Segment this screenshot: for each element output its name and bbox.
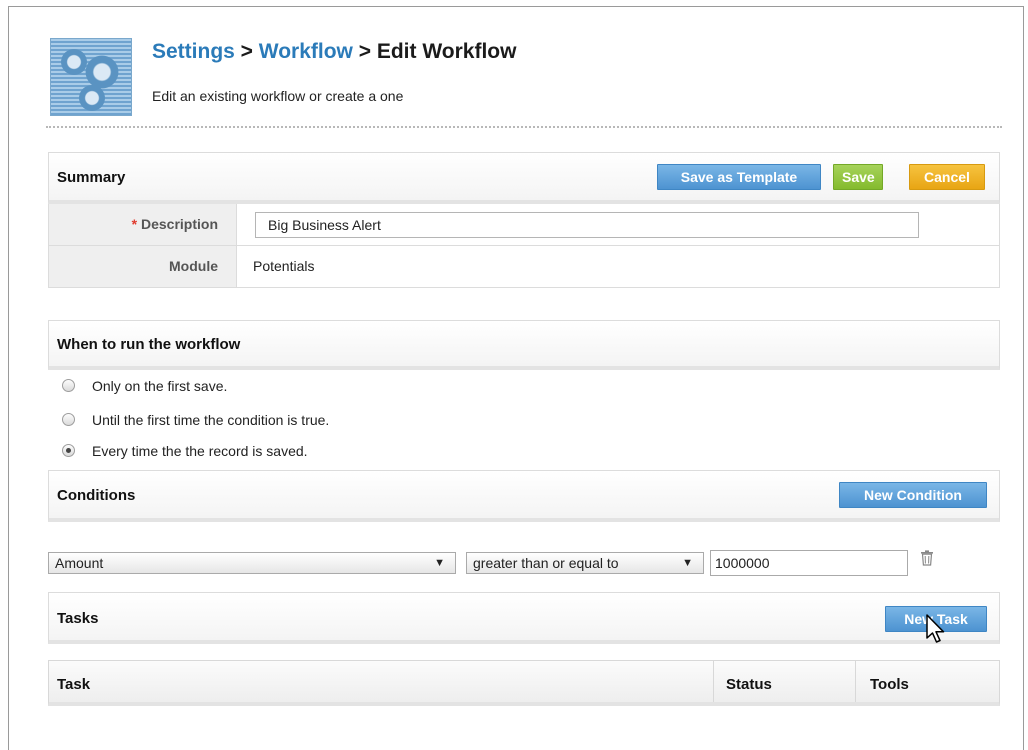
tasks-header: Tasks New Task (48, 592, 1000, 644)
new-condition-button[interactable]: New Condition (839, 482, 987, 508)
column-header-status[interactable]: Status (713, 661, 855, 702)
module-value: Potentials (253, 258, 315, 274)
page-title: Edit Workflow (376, 40, 517, 63)
column-header-task[interactable]: Task (49, 661, 713, 702)
radio-button[interactable] (62, 379, 75, 392)
condition-value-input[interactable]: 1000000 (710, 550, 908, 576)
column-header-tools[interactable]: Tools (855, 661, 999, 702)
gears-grid-icon (50, 38, 132, 116)
summary-header: Summary Save as Template Save Cancel (48, 152, 1000, 204)
conditions-panel: Conditions New Condition (48, 470, 1000, 522)
conditions-title: Conditions (57, 487, 136, 504)
divider (46, 126, 1002, 128)
tasks-title: Tasks (57, 610, 99, 627)
run-header: When to run the workflow (48, 320, 1000, 370)
condition-operator-value: greater than or equal to (473, 555, 619, 571)
breadcrumb-separator: > (234, 40, 259, 63)
radio-label: Until the first time the condition is tr… (92, 412, 330, 428)
breadcrumb-workflow-link[interactable]: Workflow (259, 40, 353, 63)
summary-title: Summary (57, 169, 126, 186)
dropdown-arrow-icon: ▼ (682, 557, 693, 569)
module-row: Module Potentials (48, 246, 1000, 288)
summary-panel: Summary Save as Template Save Cancel * D… (48, 152, 1000, 288)
breadcrumb: Settings > Workflow > Edit Workflow (152, 40, 516, 64)
tasks-panel: Tasks New Task (48, 592, 1000, 644)
cancel-button[interactable]: Cancel (909, 164, 985, 190)
page-header: Settings > Workflow > Edit Workflow Edit… (50, 38, 1010, 118)
condition-field-select[interactable]: Amount ▼ (48, 552, 456, 574)
page-subtitle: Edit an existing workflow or create a on… (152, 88, 404, 104)
condition-operator-select[interactable]: greater than or equal to ▼ (466, 552, 704, 574)
save-button[interactable]: Save (833, 164, 883, 190)
tasks-table-header: Task Status Tools (48, 660, 1000, 706)
description-label: * Description (49, 204, 237, 245)
description-row: * Description Big Business Alert (48, 204, 1000, 246)
module-label: Module (49, 246, 237, 287)
radio-label: Every time the the record is saved. (92, 443, 308, 459)
description-input[interactable]: Big Business Alert (255, 212, 919, 238)
conditions-header: Conditions New Condition (48, 470, 1000, 522)
breadcrumb-settings-link[interactable]: Settings (152, 40, 235, 63)
dropdown-arrow-icon: ▼ (434, 557, 445, 569)
required-marker: * (131, 216, 138, 232)
mouse-cursor-icon (926, 614, 945, 643)
run-panel: When to run the workflow (48, 320, 1000, 370)
breadcrumb-separator: > (352, 40, 377, 63)
save-as-template-button[interactable]: Save as Template (657, 164, 821, 190)
run-title: When to run the workflow (57, 336, 241, 353)
radio-button[interactable] (62, 413, 75, 426)
radio-label: Only on the first save. (92, 378, 228, 394)
description-label-text: Description (140, 216, 218, 232)
trash-icon[interactable] (920, 550, 934, 570)
radio-button-checked[interactable] (62, 444, 75, 457)
condition-field-value: Amount (55, 555, 104, 571)
